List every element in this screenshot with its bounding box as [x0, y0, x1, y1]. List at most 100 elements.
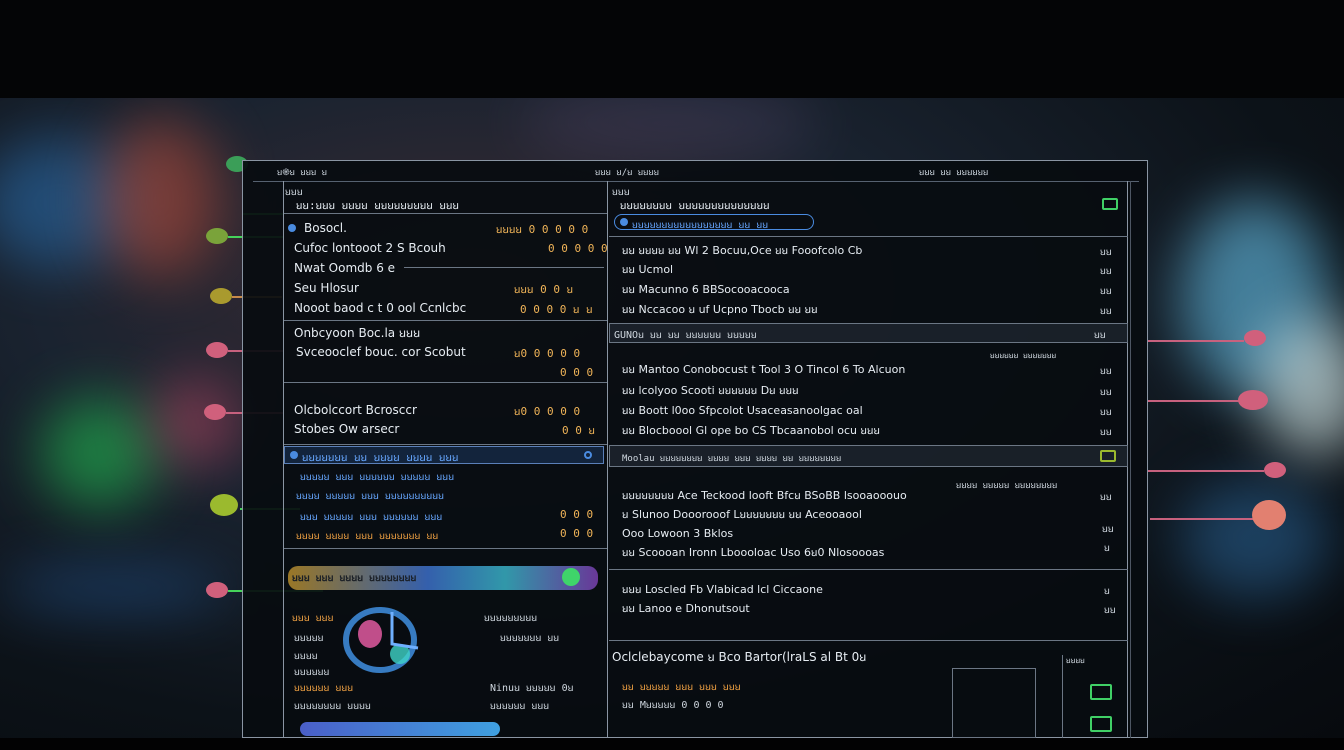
connector-wire: [1148, 470, 1264, 472]
list-item[interactable]: ꞟꞟꞟ Loscled Fb Vlabicad lcl Ciccaone: [622, 581, 823, 597]
vertical-divider: [1062, 655, 1063, 738]
list-item[interactable]: ꞟꞟ Boott l0oo Sfpcolot Usaceasanoolgac o…: [622, 402, 863, 418]
chart-row-value: ꞟꞟꞟꞟꞟꞟꞟ ꞟꞟ: [500, 633, 560, 644]
node-icon: [204, 404, 226, 420]
list-item[interactable]: ꞟꞟ Lanoo e Dhonutsout: [622, 600, 750, 616]
list-item[interactable]: Olcbolccort Bcrosccr: [294, 402, 417, 418]
list-item[interactable]: ꞟꞟ ꞟꞟꞟꞟ ꞟꞟ Wl 2 Bocuu,Oce ꞟꞟ Fooofcolo C…: [622, 242, 862, 258]
item-label: Ooo Lowoon 3 Bklos: [622, 526, 734, 540]
chart-row-label: ꞟꞟꞟꞟ: [294, 651, 318, 662]
divider: [609, 640, 1128, 641]
chart-row-value: ꞟꞟꞟꞟꞟꞟ ꞟꞟꞟ: [490, 701, 550, 712]
item-value: ꞟꞟꞟ 0 0 ꞟ: [514, 283, 574, 296]
item-label: Olcbolccort Bcrosccr: [294, 403, 417, 417]
item-label: Oclclebaycome ꞟ Bco Bartor(lraLS al Bt 0…: [612, 649, 867, 664]
item-badge: ꞟꞟ: [1100, 407, 1112, 418]
list-item[interactable]: Seu Hlosur: [294, 280, 359, 296]
item-label: ꞟ Slunoo Dooorooof Lꞟꞟꞟꞟꞟꞟꞟ ꞟꞟ Aceooaool: [622, 507, 862, 521]
list-item[interactable]: ꞟꞟ Ucmol: [622, 261, 673, 277]
blue-list-item[interactable]: ꞟꞟꞟꞟꞟ ꞟꞟꞟ ꞟꞟꞟꞟꞟꞟ ꞟꞟꞟꞟꞟ ꞟꞟꞟ: [300, 469, 454, 483]
list-item[interactable]: Svceooclef bouc. cor Scobut: [296, 344, 466, 360]
chart-row-value: ꞟꞟꞟꞟꞟꞟꞟꞟꞟ: [484, 613, 538, 624]
node-icon: [206, 228, 228, 244]
left-panel-top-line: ꞟꞟ꞉ꞟꞟꞟ ꞟꞟꞟꞟ ꞟꞟꞟꞟꞟꞟꞟꞟꞟ ꞟꞟꞟ: [296, 199, 460, 212]
list-item[interactable]: Onbcyoon Boc.la ꞟꞟꞟ: [294, 324, 420, 340]
checkbox-icon[interactable]: [1100, 450, 1116, 462]
item-label: Nooot baod c t 0 ool Ccnlcbc: [294, 301, 467, 315]
progress-bar: [300, 722, 500, 736]
blue-list-item[interactable]: ꞟꞟꞟ ꞟꞟꞟꞟꞟ ꞟꞟꞟ ꞟꞟꞟꞟꞟꞟ ꞟꞟꞟ: [300, 509, 442, 523]
radio-icon[interactable]: [584, 451, 592, 459]
item-label: Svceooclef bouc. cor Scobut: [296, 345, 466, 359]
search-input-text: ꞟꞟꞟꞟꞟꞟꞟꞟꞟꞟꞟꞟꞟꞟꞟꞟꞟ ꞟꞟ ꞟꞟ: [632, 220, 769, 231]
right-panel-title: ꞟꞟꞟꞟꞟꞟꞟꞟ ꞟꞟꞟꞟꞟꞟꞟꞟꞟꞟꞟꞟꞟꞟ: [620, 199, 770, 212]
list-item[interactable]: Stobes Ow arsecr: [294, 421, 399, 437]
waveform-graphic: [343, 607, 419, 673]
item-label: ꞟꞟ Scoooan Ironn Lboooloac Uso 6ꞟ0 Nloso…: [622, 545, 885, 559]
search-icon: [620, 218, 628, 226]
item-label: ꞟꞟ Mantoo Conobocust t Tool 3 O Tincol 6…: [622, 362, 906, 376]
item-badge: ꞟꞟ: [1100, 286, 1112, 297]
connector-wire: [1150, 518, 1260, 520]
scrollbar-track[interactable]: [1130, 181, 1140, 738]
divider: [404, 267, 604, 268]
list-item[interactable]: Cufoc lontooot 2 S Bcouh: [294, 240, 446, 256]
item-value: ꞟꞟꞟꞟ 0 0 0 0 0: [496, 223, 589, 236]
list-item[interactable]: ꞟꞟ Mantoo Conobocust t Tool 3 O Tincol 6…: [622, 361, 905, 377]
item-label: Bosocl.: [304, 221, 347, 235]
connector-wire: [1148, 340, 1244, 342]
item-badge: ꞟꞟ: [1100, 266, 1112, 277]
divider: [284, 444, 607, 445]
node-icon: [206, 342, 228, 358]
list-item[interactable]: ꞟꞟ lcolyoo Scooti ꞟꞟꞟꞟꞟꞟ Dꞟ ꞟꞟꞟ: [622, 382, 799, 398]
checkbox-icon[interactable]: [1090, 684, 1112, 700]
section-header: GUNOꞟ ꞟꞟ ꞟꞟ ꞟꞟꞟꞟꞟꞟ ꞟꞟꞟꞟꞟ: [614, 330, 757, 341]
list-item[interactable]: Ooo Lowoon 3 Bklos: [622, 525, 733, 541]
left-panel-header: ꞟꞟꞟ: [285, 187, 303, 198]
list-item[interactable]: ꞟꞟ ꞟꞟꞟꞟꞟ ꞟꞟꞟ ꞟꞟꞟ ꞟꞟꞟ: [622, 679, 741, 693]
list-item[interactable]: ꞟꞟꞟꞟꞟꞟꞟꞟ Ace Teckood looft Bfcꞟ BSoBB ls…: [622, 487, 907, 503]
chart-row-label: ꞟꞟꞟꞟꞟꞟ: [294, 667, 330, 678]
blue-list-item[interactable]: ꞟꞟꞟꞟ ꞟꞟꞟꞟꞟ ꞟꞟꞟ ꞟꞟꞟꞟꞟꞟꞟꞟꞟꞟ: [296, 488, 444, 502]
list-item[interactable]: ꞟꞟ Nccacoo ꞟ uf Ucpno Tbocb ꞟꞟ ꞟꞟ: [622, 301, 818, 317]
checkbox-icon[interactable]: [1090, 716, 1112, 732]
divider: [284, 320, 607, 321]
item-value: 0 0 0: [560, 366, 594, 379]
section-badge: ꞟꞟ: [1094, 330, 1106, 341]
window-title-center: ꞟꞟꞟ ꞟ/ꞟ ꞟꞟꞟꞟ: [595, 168, 660, 178]
item-label: ꞟꞟ Lanoo e Dhonutsout: [622, 601, 750, 615]
item-badge: ꞟꞟ: [1100, 387, 1112, 398]
item-badge: ꞟꞟ: [1102, 524, 1114, 535]
item-value: 0 0 0 0 ꞟ ꞟ: [520, 303, 593, 316]
list-item[interactable]: Nooot baod c t 0 ool Ccnlcbc: [294, 300, 466, 316]
list-item[interactable]: ꞟꞟ Macunno 6 BBSocooacooca: [622, 281, 790, 297]
bottom-letterbox: [0, 738, 1344, 750]
node-icon: [210, 288, 232, 304]
item-badge: ꞟꞟ: [1100, 366, 1112, 377]
checkbox-icon[interactable]: [1102, 198, 1118, 210]
item-label: ꞟꞟ ꞟꞟꞟꞟ ꞟꞟ Wl 2 Bocuu,Oce ꞟꞟ Fooofcolo C…: [622, 243, 863, 257]
blue-list-item[interactable]: ꞟꞟꞟꞟ ꞟꞟꞟꞟ ꞟꞟꞟ ꞟꞟꞟꞟꞟꞟꞟ ꞟꞟ: [296, 528, 438, 542]
visualization-label: ꞟꞟꞟ ꞟꞟꞟ ꞟꞟꞟꞟ ꞟꞟꞟꞟꞟꞟꞟꞟ: [292, 573, 417, 584]
list-item[interactable]: ꞟꞟ Scoooan Ironn Lboooloac Uso 6ꞟ0 Nloso…: [622, 544, 884, 560]
item-value: 0 0 0 0 0: [548, 242, 608, 255]
section-title: ꞟꞟꞟꞟꞟꞟ ꞟꞟꞟꞟꞟꞟꞟ: [990, 351, 1057, 360]
list-item[interactable]: ꞟꞟ Mꞟꞟꞟꞟꞟ 0 0 0 0: [622, 697, 724, 711]
window-title-right: ꞟꞟꞟ ꞟꞟ ꞟꞟꞟꞟꞟꞟ: [919, 168, 989, 178]
item-badge: ꞟꞟ: [1100, 492, 1112, 503]
divider: [284, 548, 607, 549]
right-panel-header: ꞟꞟꞟ: [612, 187, 630, 198]
chart-row-value: Ninuꞟ ꞟꞟꞟꞟꞟ 0ꞟ: [490, 683, 574, 694]
item-label: Stobes Ow arsecr: [294, 422, 400, 436]
divider: [609, 569, 1128, 570]
top-letterbox: [0, 0, 1344, 98]
node-icon: [210, 494, 238, 516]
list-item[interactable]: Nwat Oomdb 6 e: [294, 260, 395, 276]
list-item[interactable]: ꞟ Slunoo Dooorooof Lꞟꞟꞟꞟꞟꞟꞟ ꞟꞟ Aceooaool: [622, 506, 862, 522]
section-tag: ꞟꞟꞟꞟ ꞟꞟꞟꞟꞟ ꞟꞟꞟꞟꞟꞟꞟꞟ: [956, 481, 1058, 491]
item-badge: ꞟ: [1104, 543, 1110, 554]
list-item[interactable]: ꞟꞟ Blocboool Gl ope bo CS Tbcaanobol ocu…: [622, 422, 880, 438]
item-value: 0 0 0: [560, 527, 594, 540]
list-item[interactable]: Bosocl.: [304, 220, 347, 236]
item-label: ꞟꞟ Boott l0oo Sfpcolot Usaceasanoolgac o…: [622, 403, 863, 417]
